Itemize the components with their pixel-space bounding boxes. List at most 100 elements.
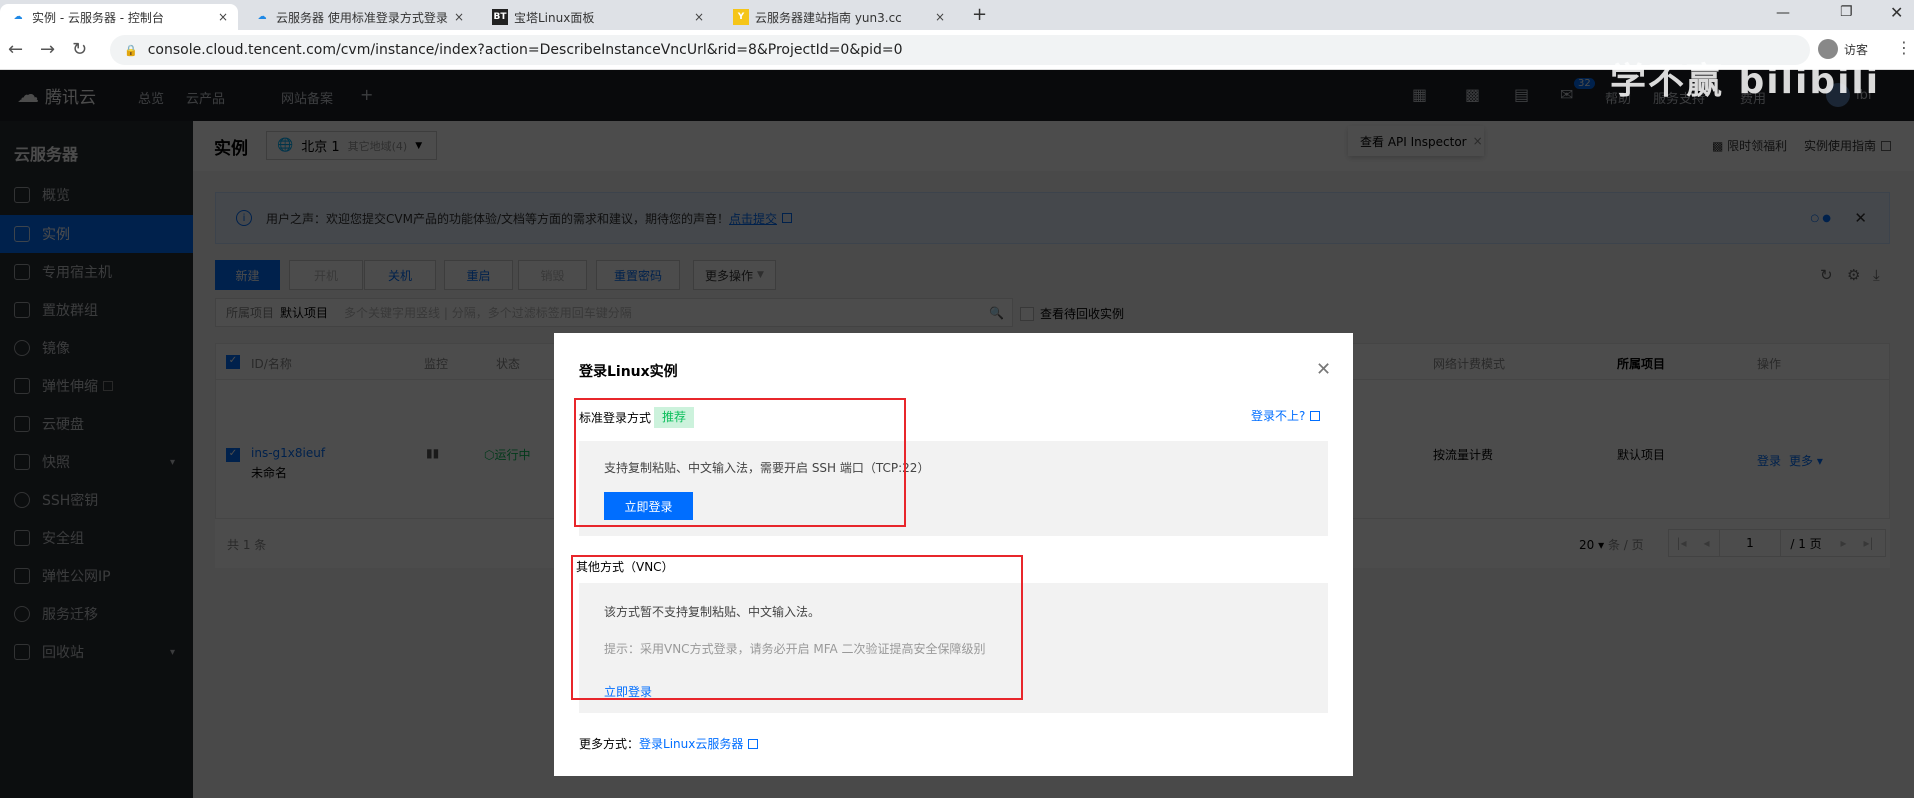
instance-name: 未命名	[251, 466, 288, 480]
sidebar-item-images[interactable]: 镜像	[0, 329, 193, 367]
profile-button[interactable]: 访客	[1818, 39, 1868, 59]
browser-tab[interactable]: ☁ 实例 - 云服务器 - 控制台 ×	[0, 4, 238, 30]
col-project[interactable]: 所属项目	[1617, 355, 1665, 372]
browser-tab[interactable]: Y 云服务器建站指南 yun3.cc ×	[723, 4, 955, 30]
next-page-button[interactable]: ▸	[1831, 536, 1856, 550]
console-top-nav: ☁ 腾讯云 总览 云产品 网站备案 + ▦ ▩ ▤ ✉ 32 帮助 服务支持 费用…	[0, 70, 1914, 121]
sidebar-item-instances[interactable]: 实例	[0, 215, 193, 253]
sidebar-item-dedicated-host[interactable]: 专用宿主机	[0, 253, 193, 291]
close-icon[interactable]: ×	[935, 10, 945, 24]
nav-products[interactable]: 云产品	[186, 88, 225, 107]
close-icon[interactable]: ×	[218, 10, 228, 24]
sidebar-item-security-group[interactable]: 安全组	[0, 519, 193, 557]
guide-link[interactable]: 实例使用指南	[1804, 137, 1892, 154]
benefits-link[interactable]: ▩ 限时领福利	[1712, 137, 1787, 154]
menu-icon[interactable]: ⋮	[1896, 38, 1912, 57]
login-link[interactable]: 登录	[1757, 452, 1781, 469]
close-icon[interactable]: ×	[454, 10, 464, 24]
page-input[interactable]: 1	[1719, 530, 1781, 556]
restore-button[interactable]: ❐	[1840, 4, 1853, 20]
mail-icon[interactable]: ✉	[1560, 85, 1573, 104]
forward-icon[interactable]: →	[40, 39, 55, 60]
user-name[interactable]: lbi	[1856, 88, 1871, 103]
back-icon[interactable]: ←	[8, 39, 23, 60]
col-billing[interactable]: 网络计费模式	[1433, 355, 1505, 372]
vnc-login-label: 其他方式（VNC）	[576, 560, 674, 574]
nav-help[interactable]: 帮助	[1605, 88, 1631, 107]
col-actions: 操作	[1757, 357, 1782, 371]
sidebar-item-eip[interactable]: 弹性公网IP	[0, 557, 193, 595]
prev-page-button[interactable]: ◂	[1694, 536, 1719, 550]
select-all-checkbox[interactable]: ✓	[226, 355, 240, 369]
close-icon[interactable]: ×	[1473, 134, 1483, 148]
sidebar-item-autoscaling[interactable]: 弹性伸缩	[0, 367, 193, 405]
search-filter-input[interactable]: 所属项目 默认项目 多个关键字用竖线 | 分隔，多个过滤标签用回车键分隔 🔍	[215, 298, 1013, 327]
logo[interactable]: ☁ 腾讯云	[17, 83, 96, 108]
qrcode-icon[interactable]: ▩	[1465, 85, 1480, 104]
close-icon[interactable]: ×	[694, 10, 704, 24]
sidebar-item-cbs[interactable]: 云硬盘	[0, 405, 193, 443]
gear-icon[interactable]: ⚙	[1847, 266, 1860, 284]
window-close-button[interactable]: ✕	[1890, 3, 1903, 22]
url-input[interactable]: 🔒 console.cloud.tencent.com/cvm/instance/…	[110, 35, 1810, 65]
close-icon[interactable]: ✕	[1316, 359, 1331, 380]
instance-id-link[interactable]: ins-g1x8ieuf	[251, 446, 325, 460]
browser-tab[interactable]: ☁ 云服务器 使用标准登录方式登录 ×	[244, 4, 474, 30]
browser-tab[interactable]: BT 宝塔Linux面板 ×	[482, 4, 714, 30]
col-monitor: 监控	[424, 357, 449, 371]
refresh-icon[interactable]: ↻	[1820, 266, 1833, 284]
address-bar-row: ← → ↻ 🔒 console.cloud.tencent.com/cvm/ins…	[0, 30, 1914, 70]
vnc-login-panel: 该方式暂不支持复制粘贴、中文输入法。 提示：采用VNC方式登录，请务必开启 MF…	[579, 583, 1328, 713]
nav-add[interactable]: +	[360, 85, 373, 104]
col-status[interactable]: 状态	[496, 355, 520, 372]
sidebar-item-snapshot[interactable]: 快照 ▾	[0, 443, 193, 481]
carousel-dots[interactable]: ○ ●	[1810, 213, 1831, 224]
close-icon[interactable]: ✕	[1854, 209, 1867, 227]
restart-button[interactable]: 重启	[444, 260, 513, 290]
sidebar-item-ssh-keys[interactable]: SSH密钥	[0, 481, 193, 519]
download-icon[interactable]: ⤓	[1873, 266, 1880, 284]
mail-badge: 32	[1574, 78, 1595, 89]
minimize-button[interactable]: —	[1776, 5, 1790, 21]
migration-icon	[14, 606, 30, 622]
first-page-button[interactable]: |◂	[1669, 536, 1694, 550]
api-inspector-tooltip[interactable]: 查看 API Inspector ×	[1348, 126, 1484, 156]
col-id: ID/名称	[251, 357, 292, 371]
vnc-login-link[interactable]: 立即登录	[604, 683, 652, 700]
page-size-select[interactable]: 20 ▾ 条 / 页	[1579, 536, 1644, 553]
region-select[interactable]: 🌐 北京 1 其它地域(4) ▼	[266, 131, 437, 160]
search-icon[interactable]: 🔍	[989, 306, 1004, 320]
linux-login-guide-link[interactable]: 登录Linux云服务器	[639, 737, 743, 751]
nav-billing[interactable]: 费用	[1740, 88, 1766, 107]
grid-icon[interactable]: ▦	[1412, 85, 1427, 104]
shutdown-button[interactable]: 关机	[364, 260, 436, 290]
cannot-login-link[interactable]: 登录不上?	[1251, 407, 1321, 424]
checkbox[interactable]	[1020, 306, 1034, 321]
document-icon[interactable]: ▤	[1514, 85, 1529, 104]
destroy-button[interactable]: 销毁	[518, 260, 587, 290]
nav-overview[interactable]: 总览	[138, 88, 164, 107]
vnc-login-hint: 提示：采用VNC方式登录，请务必开启 MFA 二次验证提高安全保障级别	[604, 642, 986, 656]
standard-login-button[interactable]: 立即登录	[604, 492, 693, 520]
nav-support[interactable]: 服务支持	[1653, 88, 1705, 107]
reset-password-button[interactable]: 重置密码	[596, 260, 680, 290]
user-avatar[interactable]	[1826, 83, 1850, 107]
nav-icp[interactable]: 网站备案	[281, 88, 333, 107]
recycle-checkbox[interactable]: 查看待回收实例	[1020, 305, 1124, 322]
monitor-chart-icon[interactable]: ▮▮	[426, 446, 439, 460]
sidebar-item-migration[interactable]: 服务迁移	[0, 595, 193, 633]
new-tab-button[interactable]: +	[972, 4, 987, 25]
sidebar-item-overview[interactable]: 概览	[0, 176, 193, 214]
sidebar-item-recycle-bin[interactable]: 回收站 ▾	[0, 633, 193, 671]
sidebar-item-placement-group[interactable]: 置放群组	[0, 291, 193, 329]
row-checkbox[interactable]: ✓	[226, 448, 240, 462]
more-link[interactable]: 更多 ▾	[1789, 452, 1823, 469]
new-button[interactable]: 新建	[215, 260, 280, 290]
standard-login-label: 标准登录方式	[579, 411, 652, 425]
submit-link[interactable]: 点击提交	[729, 210, 777, 227]
more-actions-button[interactable]: 更多操作 ▼	[693, 260, 776, 290]
start-button[interactable]: 开机	[289, 260, 363, 290]
last-page-button[interactable]: ▸|	[1856, 536, 1881, 550]
chevron-down-icon: ▼	[757, 270, 764, 280]
reload-icon[interactable]: ↻	[72, 39, 87, 60]
